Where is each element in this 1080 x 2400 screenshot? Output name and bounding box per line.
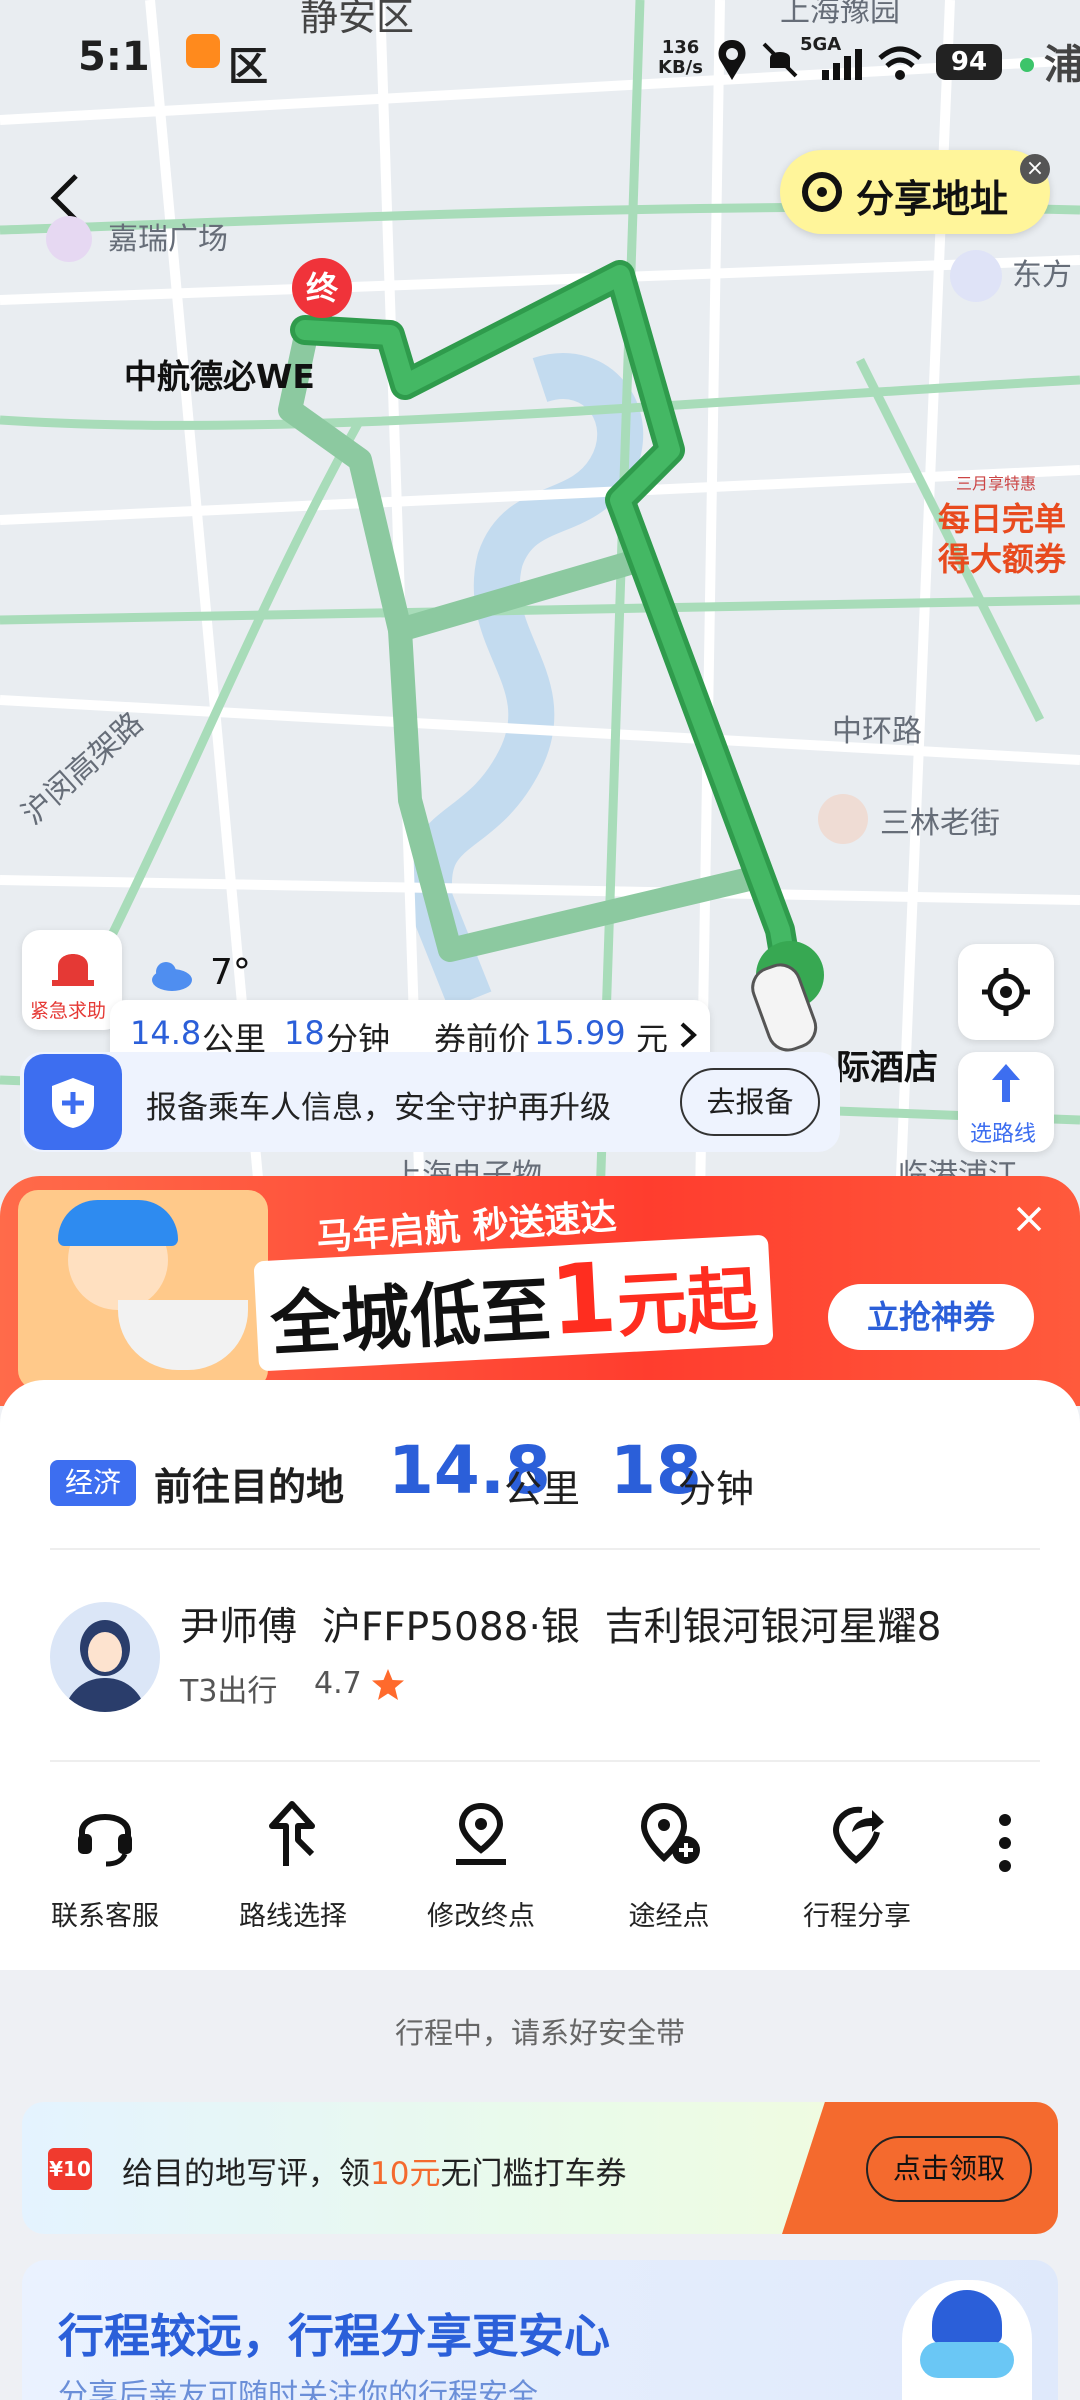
share-address-button[interactable]: 分享地址: [780, 150, 1050, 234]
coupon-icon: ¥10: [48, 2148, 92, 2190]
driver-info-line: 尹师傅 沪FFP5088·银 吉利银河银河星耀8: [180, 1596, 941, 1652]
action-waypoint[interactable]: 途经点: [584, 1800, 754, 1940]
privacy-dot: [1020, 58, 1034, 72]
car-model: 吉利银河银河星耀8: [604, 1605, 942, 1650]
map-label-jingan: 静安区: [300, 0, 415, 39]
signal-icon: [822, 49, 862, 80]
map-label-yuyuan: 上海豫园: [780, 0, 900, 29]
mute-icon: [762, 42, 798, 78]
action-route-select[interactable]: 路线选择: [208, 1800, 378, 1940]
status-bar: 5:1 区 136 KB/s 5GA 94 浦: [0, 34, 1080, 94]
headset-icon: [78, 1814, 132, 1867]
driver-company: T3出行: [180, 1674, 278, 1709]
star-icon: [372, 1669, 404, 1700]
locate-icon: [982, 968, 1030, 1016]
alarm-icon: [52, 954, 94, 986]
poi-icon-sanlin: [818, 794, 868, 844]
claim-button[interactable]: 点击领取: [866, 2136, 1032, 2202]
promo-banner[interactable]: 马年启航 秒送速达 全城低至1元起 立抢神券: [0, 1176, 1080, 1406]
battery-level: 94: [936, 44, 1002, 80]
mascot-illustration-share: [902, 2280, 1032, 2400]
action-edit-destination[interactable]: 修改终点: [396, 1800, 566, 1940]
share-card-title: 行程较远，行程分享更安心: [58, 2309, 610, 2363]
close-share-icon[interactable]: ×: [1020, 154, 1050, 184]
seatbelt-notice: 行程中，请系好安全带: [394, 2016, 685, 2050]
net-speed: 136 KB/s: [658, 37, 703, 78]
map-label-jiarui: 嘉瑞广场: [108, 222, 228, 257]
map-label-hotel: 际酒店: [836, 1048, 938, 1088]
weather-temp: 7°: [210, 952, 251, 993]
share-address-icon: [802, 172, 842, 212]
map-view[interactable]: 5:1 区 136 KB/s 5GA 94 浦 静安区 上海豫园 嘉瑞广场 分享地…: [0, 0, 1080, 1200]
wifi-icon: [878, 46, 922, 80]
map-label-zhonghuan: 中环路: [832, 714, 922, 749]
review-coupon-banner[interactable]: ¥10 给目的地写评，领10元无门槛打车券 点击领取: [22, 2102, 1058, 2234]
close-promo-icon[interactable]: [1014, 1204, 1044, 1234]
map-label-edge: 浦: [1044, 42, 1080, 88]
more-actions-icon[interactable]: [990, 1808, 1020, 1878]
driver-name: 尹师傅: [180, 1605, 298, 1650]
shield-icon: [24, 1054, 122, 1150]
arrow-up-icon: [992, 1064, 1020, 1102]
chevron-right-icon: [680, 1022, 697, 1048]
review-banner-text: 给目的地写评，领10元无门槛打车券: [122, 2156, 627, 2192]
driver-avatar[interactable]: [50, 1602, 160, 1712]
trip-heading: 前往目的地: [154, 1465, 345, 1509]
action-share-trip[interactable]: 行程分享: [772, 1800, 942, 1940]
poi-icon: [46, 216, 92, 262]
report-button[interactable]: 去报备: [680, 1068, 820, 1136]
trip-card: 经济 前往目的地 14.8 公里 18 分钟 尹师傅 沪FFP5088·银 吉利…: [0, 1380, 1080, 1970]
app-notification-icon: [186, 34, 220, 68]
emergency-button[interactable]: 紧急求助: [22, 930, 122, 1030]
mascot-illustration: [18, 1190, 268, 1390]
route-choice-button[interactable]: 选路线: [958, 1052, 1054, 1152]
cloud-icon: [152, 962, 192, 991]
location-icon: [718, 40, 746, 80]
route-icon: [269, 1801, 315, 1866]
safety-report-banner[interactable]: 报备乘车人信息，安全守护再升级 去报备: [20, 1052, 840, 1152]
poi-icon-east: [950, 250, 1002, 302]
district-label: 区: [228, 44, 268, 90]
destination-label: 中航德必WE: [124, 357, 315, 396]
edit-destination-icon: [456, 1802, 506, 1865]
waypoint-add-icon: [640, 1802, 700, 1864]
daily-order-promo-badge[interactable]: 三月享特惠 每日完单 得大额券: [930, 470, 1080, 600]
clock: 5:1: [78, 34, 150, 80]
share-card-subtitle: 分享后亲友可随时关注你的行程安全: [58, 2378, 538, 2400]
license-plate: 沪FFP5088·银: [321, 1605, 580, 1650]
driver-rating: 4.7: [314, 1666, 362, 1701]
locate-button[interactable]: [958, 944, 1054, 1040]
trip-distance-unit: 公里: [504, 1467, 581, 1511]
destination-marker: 终: [292, 258, 352, 318]
trip-minutes-unit: 分钟: [678, 1467, 755, 1511]
action-contact-support[interactable]: 联系客服: [20, 1800, 190, 1940]
map-label-dongfang: 东方: [1012, 258, 1072, 293]
grab-coupon-button[interactable]: 立抢神券: [828, 1284, 1034, 1350]
share-trip-icon: [832, 1806, 884, 1864]
share-suggestion-card[interactable]: 行程较远，行程分享更安心 分享后亲友可随时关注你的行程安全: [22, 2260, 1058, 2400]
map-label-sanlin: 三林老街: [880, 806, 1000, 841]
service-tier-badge: 经济: [50, 1460, 136, 1506]
